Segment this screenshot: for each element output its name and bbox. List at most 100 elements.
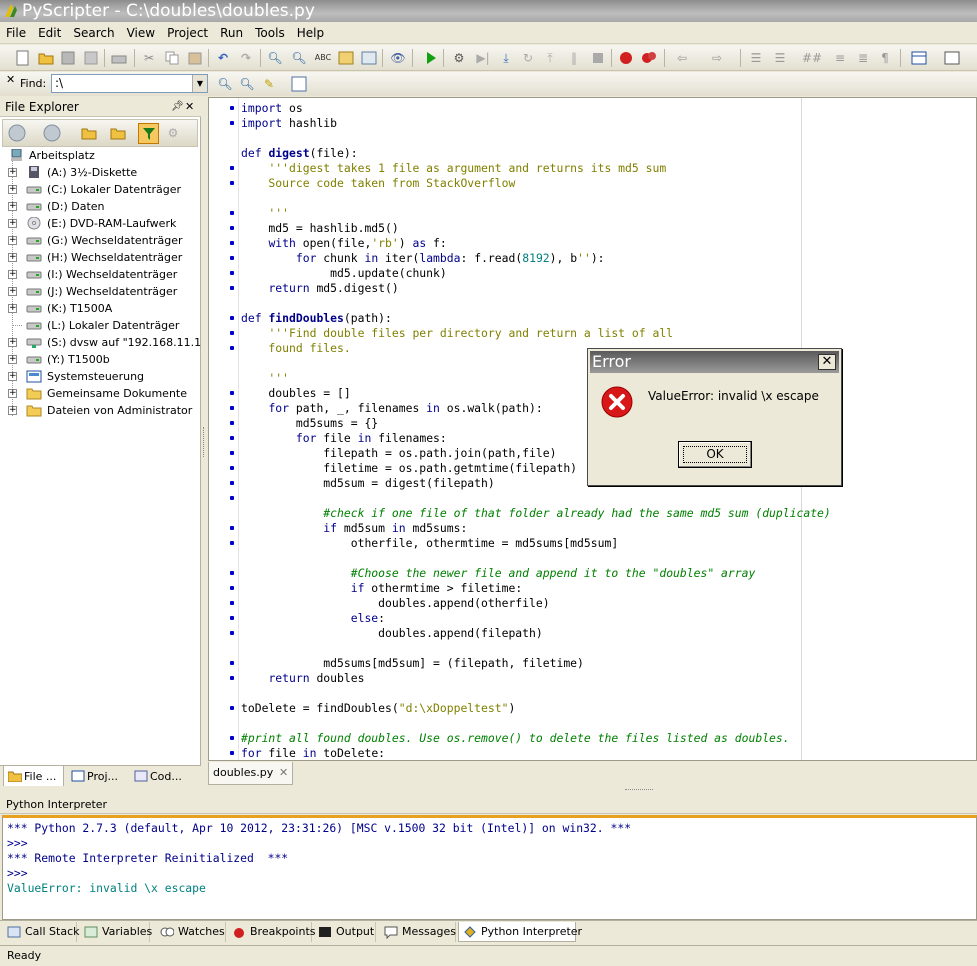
expand-icon[interactable]: +: [8, 389, 17, 398]
expand-icon[interactable]: +: [8, 372, 17, 381]
goto-line-icon[interactable]: [360, 49, 378, 67]
tab-call-stack[interactable]: Call Stack: [3, 922, 79, 942]
tab-variables[interactable]: Variables: [80, 922, 152, 942]
step-into-icon[interactable]: ⤓: [497, 49, 515, 67]
expand-icon[interactable]: +: [8, 287, 17, 296]
new-file-icon[interactable]: [14, 49, 32, 67]
menu-help[interactable]: Help: [291, 22, 330, 44]
close-tab-icon[interactable]: ✕: [279, 762, 288, 784]
expand-icon[interactable]: +: [8, 168, 17, 177]
dialog-close-button[interactable]: ✕: [818, 354, 836, 370]
close-panel-icon[interactable]: ✕: [185, 97, 194, 117]
back-icon[interactable]: ⇦: [673, 49, 691, 67]
vertical-splitter[interactable]: [201, 97, 208, 787]
run-icon[interactable]: [422, 49, 440, 67]
paste-icon[interactable]: [186, 49, 204, 67]
redo-icon[interactable]: ↷: [237, 49, 255, 67]
expand-icon[interactable]: +: [8, 236, 17, 245]
copy-icon[interactable]: [163, 49, 181, 67]
run-to-cursor-icon[interactable]: ▶|: [474, 49, 492, 67]
clear-breakpoints-icon[interactable]: [640, 49, 658, 67]
spell-check-icon[interactable]: ABC: [314, 49, 332, 67]
explorer-view-icon[interactable]: [109, 124, 127, 142]
expand-icon[interactable]: +: [8, 304, 17, 313]
tab-messages[interactable]: Messages: [380, 922, 456, 942]
close-find-icon[interactable]: ✕: [6, 73, 15, 86]
output-console-icon: [319, 927, 331, 937]
expand-icon[interactable]: +: [8, 219, 17, 228]
word-wrap-icon[interactable]: ≣: [854, 49, 872, 67]
step-out-icon[interactable]: ⤒: [541, 49, 559, 67]
horizontal-splitter[interactable]: [0, 786, 977, 795]
menu-edit[interactable]: Edit: [32, 22, 67, 44]
paragraph-icon[interactable]: ¶: [876, 49, 894, 67]
debug-icon[interactable]: ⚙: [450, 49, 468, 67]
print-icon[interactable]: [110, 49, 128, 67]
expand-icon[interactable]: +: [8, 185, 17, 194]
explorer-back-icon[interactable]: [8, 124, 26, 142]
tab-file-explorer[interactable]: File ...: [3, 766, 64, 787]
forward-icon[interactable]: ⇨: [708, 49, 726, 67]
ok-button[interactable]: OK: [678, 441, 752, 468]
expand-icon[interactable]: +: [8, 406, 17, 415]
step-over-icon[interactable]: ↻: [519, 49, 537, 67]
menu-run[interactable]: Run: [214, 22, 249, 44]
find-input[interactable]: :\: [51, 74, 208, 93]
find-next-icon[interactable]: 🔍︎: [216, 75, 234, 93]
dvd-icon: [27, 217, 41, 230]
modified-line-marker: [230, 106, 234, 110]
comment-icon[interactable]: ##: [802, 49, 822, 67]
layout-icon[interactable]: [910, 49, 928, 67]
window-layout-icon[interactable]: [943, 49, 961, 67]
cut-icon[interactable]: ✂: [140, 49, 158, 67]
tab-breakpoints[interactable]: Breakpoints: [228, 922, 316, 942]
modified-line-marker: [230, 676, 234, 680]
toggle-breakpoint-icon[interactable]: [617, 49, 635, 67]
undo-icon[interactable]: ↶: [214, 49, 232, 67]
modified-line-marker: [230, 256, 234, 260]
expand-icon[interactable]: +: [8, 202, 17, 211]
tree-item-label: (I:) Wechseldatenträger: [47, 268, 178, 281]
tab-code-explorer[interactable]: Cod...: [130, 766, 192, 787]
find-options-icon[interactable]: [290, 75, 308, 93]
explorer-up-icon[interactable]: [80, 124, 98, 142]
replace-icon[interactable]: [337, 49, 355, 67]
highlight-icon[interactable]: ✎: [260, 75, 278, 93]
find-icon[interactable]: 🔍︎: [266, 49, 284, 67]
indent-icon[interactable]: ☰: [747, 49, 765, 67]
tab-python-interpreter[interactable]: Python Interpreter: [458, 922, 582, 942]
find-previous-icon[interactable]: 🔍︎: [238, 75, 256, 93]
tab-doubles-py[interactable]: doubles.py ✕: [208, 762, 293, 785]
explorer-options-icon[interactable]: ⚙: [164, 124, 182, 142]
find-next-icon[interactable]: 🔍︎: [290, 49, 308, 67]
menu-search[interactable]: Search: [67, 22, 120, 44]
menu-project[interactable]: Project: [161, 22, 214, 44]
filter-icon[interactable]: [138, 123, 159, 144]
syntax-check-icon[interactable]: 👁︎: [389, 49, 407, 67]
interpreter-output[interactable]: *** Python 2.7.3 (default, Apr 10 2012, …: [7, 821, 631, 896]
find-dropdown-icon[interactable]: ▼: [192, 75, 207, 92]
pin-icon[interactable]: 📌︎: [171, 97, 184, 117]
open-file-icon[interactable]: [37, 49, 55, 67]
python-interpreter-console[interactable]: *** Python 2.7.3 (default, Apr 10 2012, …: [2, 815, 977, 920]
abort-icon[interactable]: [589, 49, 607, 67]
tab-output[interactable]: Output: [314, 922, 376, 942]
dialog-title-bar[interactable]: Error ✕: [590, 351, 839, 373]
tab-watches[interactable]: Watches: [156, 922, 226, 942]
explorer-forward-icon[interactable]: [43, 124, 61, 142]
menu-view[interactable]: View: [121, 22, 161, 44]
tab-project-explorer[interactable]: Proj...: [67, 766, 127, 787]
menu-tools[interactable]: Tools: [249, 22, 291, 44]
bottom-tool-tabs: Call Stack Variables Watches Breakpoints…: [0, 920, 977, 942]
expand-icon[interactable]: +: [8, 270, 17, 279]
save-icon[interactable]: [59, 49, 77, 67]
variables-icon: [84, 926, 98, 938]
save-all-icon[interactable]: [82, 49, 100, 67]
dedent-icon[interactable]: ☰: [771, 49, 789, 67]
line-numbers-icon[interactable]: ≡: [831, 49, 849, 67]
menu-file[interactable]: File: [0, 22, 32, 44]
expand-icon[interactable]: +: [8, 253, 17, 262]
pause-icon[interactable]: ‖: [565, 49, 583, 67]
expand-icon[interactable]: +: [8, 355, 17, 364]
expand-icon[interactable]: +: [8, 338, 17, 347]
